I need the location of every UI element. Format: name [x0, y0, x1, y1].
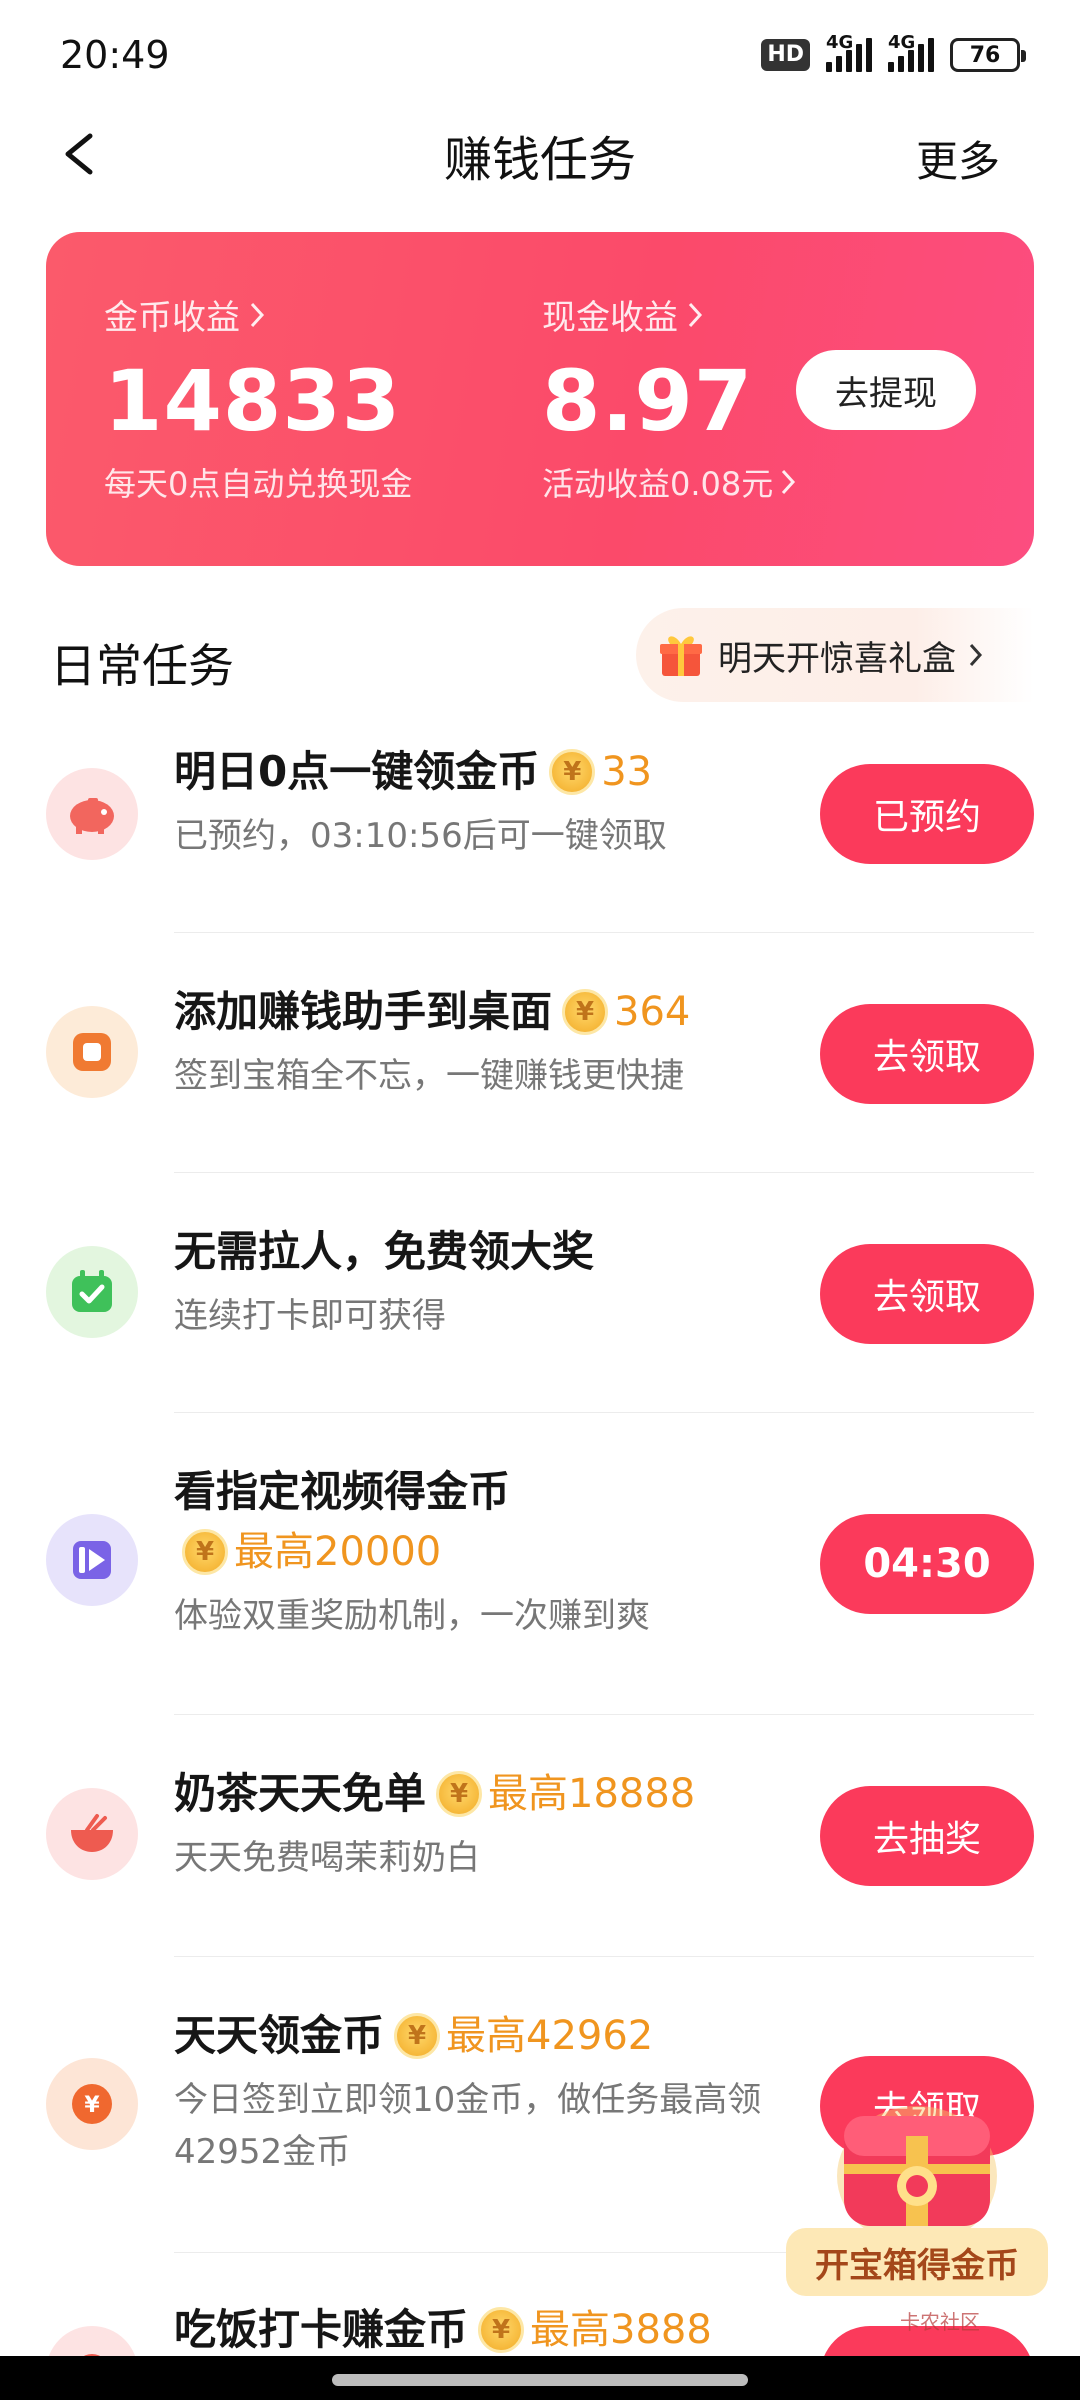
treasure-chest-float[interactable]: 开宝箱得金币 [786, 2076, 1048, 2296]
task-reward: ¥ 最高3888 [478, 2300, 712, 2360]
reserved-button[interactable]: 已预约 [820, 764, 1034, 864]
claim-button[interactable]: 去领取 [820, 1004, 1034, 1104]
coin-icon: ¥ [436, 1771, 483, 1817]
coin-earnings-label: 金币收益 [104, 298, 240, 338]
task-title: 吃饭打卡赚金币 [174, 2305, 469, 2354]
status-bar: 20:49 HD 4G 4G 76 [0, 0, 1080, 110]
piggy-bank-icon [46, 768, 138, 860]
calendar-check-icon [46, 1246, 138, 1338]
app-square-icon [46, 1006, 138, 1098]
treasure-chest-icon [837, 2106, 997, 2246]
withdraw-button[interactable]: 去提现 [796, 350, 976, 430]
divider [174, 1956, 1034, 1957]
task-description: 体验双重奖励机制，一次赚到爽 [174, 1596, 650, 1636]
coin-earnings-note: 每天0点自动兑换现金 [104, 465, 413, 503]
task-title: 看指定视频得金币 [174, 1467, 511, 1516]
surprise-giftbox-link[interactable]: 明天开惊喜礼盒 [636, 608, 1034, 702]
watermark: 卡农社区 [900, 2310, 980, 2334]
status-time: 20:49 [60, 33, 170, 77]
chevron-right-icon [250, 302, 265, 327]
svg-text:¥: ¥ [84, 2093, 100, 2118]
divider [174, 1412, 1034, 1413]
chevron-right-icon [688, 302, 703, 327]
coin-icon: ¥ [562, 989, 609, 1035]
gift-icon [660, 636, 702, 676]
task-reward: ¥ 最高20000 [182, 1522, 441, 1582]
yen-coin-icon: ¥ [46, 2058, 138, 2150]
back-arrow-icon[interactable] [58, 132, 102, 176]
task-reward: ¥ 364 [562, 982, 690, 1042]
battery-icon: 76 [950, 38, 1026, 72]
task-title: 明日0点一键领金币 [174, 747, 540, 796]
chevron-right-icon [969, 643, 983, 667]
coin-earnings-value: 14833 [104, 352, 402, 450]
daily-tasks-title: 日常任务 [50, 639, 234, 693]
nav-header: 赚钱任务 更多 [0, 110, 1080, 200]
divider [174, 932, 1034, 933]
earnings-card: 金币收益 14833 每天0点自动兑换现金 现金收益 8.97 活动收益0.08… [46, 232, 1034, 566]
divider [174, 1714, 1034, 1715]
divider [174, 1172, 1034, 1173]
chest-label: 开宝箱得金币 [786, 2228, 1048, 2296]
coin-icon: ¥ [182, 1529, 228, 1575]
coin-icon: ¥ [394, 2013, 441, 2059]
home-indicator[interactable] [332, 2374, 748, 2386]
activity-earnings-link[interactable]: 活动收益0.08元 [542, 459, 797, 505]
task-description: 今日签到立即领10金币，做任务最高领42952金币 [174, 2080, 762, 2172]
hd-icon: HD [761, 39, 810, 71]
page-title: 赚钱任务 [443, 132, 636, 188]
cash-earnings-value: 8.97 [542, 352, 754, 450]
task-title: 添加赚钱助手到桌面 [174, 987, 553, 1036]
task-title: 奶茶天天免单 [174, 1769, 427, 1818]
task-title: 天天领金币 [174, 2011, 385, 2060]
coin-earnings[interactable]: 金币收益 14833 每天0点自动兑换现金 [104, 290, 412, 505]
cash-earnings[interactable]: 现金收益 8.97 活动收益0.08元 [542, 290, 797, 505]
task-reward: ¥ 最高18888 [436, 1764, 695, 1824]
coin-icon: ¥ [478, 2307, 525, 2353]
task-description: 已预约，03:10:56后可一键领取 [174, 816, 667, 856]
task-description: 签到宝箱全不忘，一键赚钱更快捷 [174, 1056, 684, 1096]
draw-button[interactable]: 去抽奖 [820, 1786, 1034, 1886]
chevron-right-icon [782, 469, 796, 495]
task-description: 连续打卡即可获得 [174, 1296, 446, 1336]
countdown-button[interactable]: 04:30 [820, 1514, 1034, 1614]
cash-earnings-label: 现金收益 [542, 298, 678, 338]
claim-button[interactable]: 去领取 [820, 1244, 1034, 1344]
status-icons: HD 4G 4G 76 [761, 32, 1026, 72]
task-reward: ¥ 最高42962 [394, 2006, 653, 2066]
video-play-icon [46, 1514, 138, 1606]
signal-icon-1: 4G [826, 32, 872, 72]
task-title: 无需拉人，免费领大奖 [174, 1227, 595, 1276]
task-reward: ¥ 33 [549, 742, 652, 802]
coin-icon: ¥ [549, 749, 596, 795]
signal-icon-2: 4G [888, 32, 934, 72]
bowl-icon [46, 1788, 138, 1880]
giftbox-label: 明天开惊喜礼盒 [718, 638, 956, 679]
more-button[interactable]: 更多 [916, 128, 1000, 189]
task-description: 天天免费喝茉莉奶白 [174, 1838, 480, 1878]
